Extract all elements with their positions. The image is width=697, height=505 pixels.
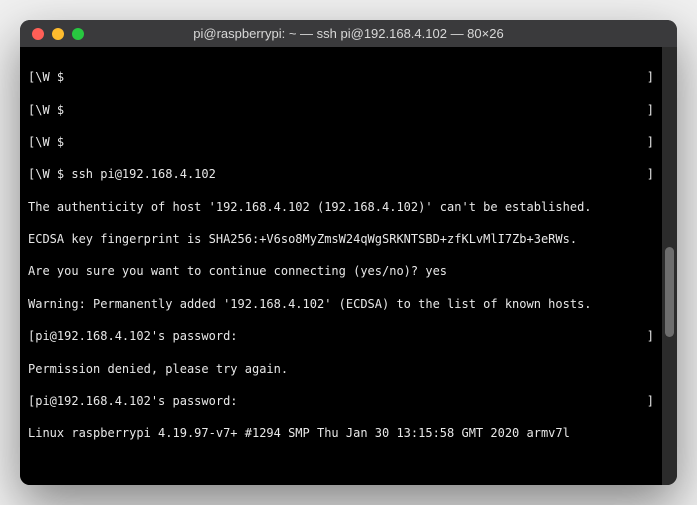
titlebar[interactable]: pi@raspberrypi: ~ — ssh pi@192.168.4.102… <box>20 20 677 47</box>
blank-line <box>28 458 654 474</box>
password-prompt-line: [pi@192.168.4.102's password:] <box>28 328 654 344</box>
prompt-line: [\W $] <box>28 69 654 85</box>
output-line: Permission denied, please try again. <box>28 361 654 377</box>
terminal-output[interactable]: [\W $] [\W $] [\W $] [\W $ ssh pi@192.16… <box>20 47 662 485</box>
scrollbar-thumb[interactable] <box>665 247 674 337</box>
ssh-command-line: [\W $ ssh pi@192.168.4.102] <box>28 166 654 182</box>
output-line: ECDSA key fingerprint is SHA256:+V6so8My… <box>28 231 654 247</box>
bracket-icon: ] <box>647 69 654 85</box>
password-prompt-line: [pi@192.168.4.102's password:] <box>28 393 654 409</box>
terminal-body: [\W $] [\W $] [\W $] [\W $ ssh pi@192.16… <box>20 47 677 485</box>
window-title: pi@raspberrypi: ~ — ssh pi@192.168.4.102… <box>20 26 677 41</box>
close-icon[interactable] <box>32 28 44 40</box>
zoom-icon[interactable] <box>72 28 84 40</box>
bracket-icon: ] <box>647 102 654 118</box>
prompt-text: [\W $ <box>28 135 64 149</box>
bracket-icon: ] <box>647 134 654 150</box>
prompt-line: [\W $] <box>28 102 654 118</box>
bracket-icon: ] <box>647 166 654 182</box>
prompt-text: [\W $ ssh pi@192.168.4.102 <box>28 167 216 181</box>
prompt-line: [\W $] <box>28 134 654 150</box>
scrollbar[interactable] <box>662 47 677 485</box>
output-line: Warning: Permanently added '192.168.4.10… <box>28 296 654 312</box>
prompt-text: [pi@192.168.4.102's password: <box>28 329 238 343</box>
minimize-icon[interactable] <box>52 28 64 40</box>
traffic-lights <box>20 28 84 40</box>
bracket-icon: ] <box>647 328 654 344</box>
prompt-text: [\W $ <box>28 70 64 84</box>
output-line: Linux raspberrypi 4.19.97-v7+ #1294 SMP … <box>28 425 654 441</box>
terminal-window: pi@raspberrypi: ~ — ssh pi@192.168.4.102… <box>20 20 677 485</box>
prompt-text: [pi@192.168.4.102's password: <box>28 394 238 408</box>
output-line: Are you sure you want to continue connec… <box>28 263 654 279</box>
prompt-text: [\W $ <box>28 103 64 117</box>
output-line: The authenticity of host '192.168.4.102 … <box>28 199 654 215</box>
bracket-icon: ] <box>647 393 654 409</box>
